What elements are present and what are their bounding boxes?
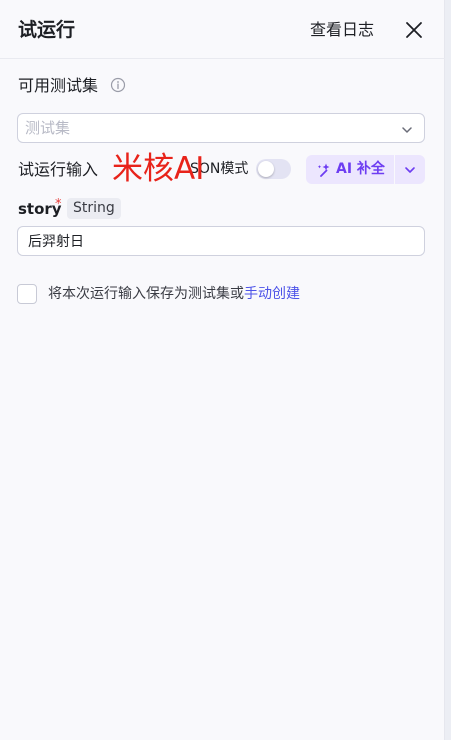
manual-create-link[interactable]: 手动创建 xyxy=(244,286,300,302)
ai-complete-button[interactable]: AI 补全 xyxy=(306,155,394,184)
required-mark: * xyxy=(55,197,62,212)
save-as-testset-checkbox[interactable] xyxy=(17,284,37,304)
json-mode-toggle[interactable] xyxy=(256,159,291,179)
chevron-down-icon xyxy=(403,162,417,176)
toggle-knob xyxy=(258,161,274,177)
save-as-testset-row: 将本次运行输入保存为测试集或手动创建 xyxy=(48,285,300,304)
run-input-label: 试运行输入 xyxy=(18,160,99,179)
watermark-text: 米核AI xyxy=(112,151,205,187)
panel-header: 试运行 查看日志 xyxy=(0,0,445,59)
panel-title: 试运行 xyxy=(18,19,76,41)
chevron-down-icon xyxy=(400,122,414,136)
save-as-testset-text: 将本次运行输入保存为测试集或 xyxy=(48,286,244,302)
field-type-badge: String xyxy=(67,198,121,219)
ai-complete-dropdown-button[interactable] xyxy=(395,155,425,184)
story-input[interactable] xyxy=(17,226,425,256)
info-icon[interactable] xyxy=(110,77,126,93)
testset-select[interactable]: 测试集 xyxy=(17,113,425,143)
view-log-button[interactable]: 查看日志 xyxy=(310,19,374,41)
close-icon[interactable] xyxy=(404,20,424,40)
testset-select-placeholder: 测试集 xyxy=(25,119,71,137)
testset-label: 可用测试集 xyxy=(18,76,99,95)
test-run-panel: 试运行 查看日志 可用测试集 测试集 试运行输入 SON模式 米核AI AI 补… xyxy=(0,0,445,740)
sparkle-icon xyxy=(316,162,331,177)
ai-complete-label: AI 补全 xyxy=(336,161,385,177)
